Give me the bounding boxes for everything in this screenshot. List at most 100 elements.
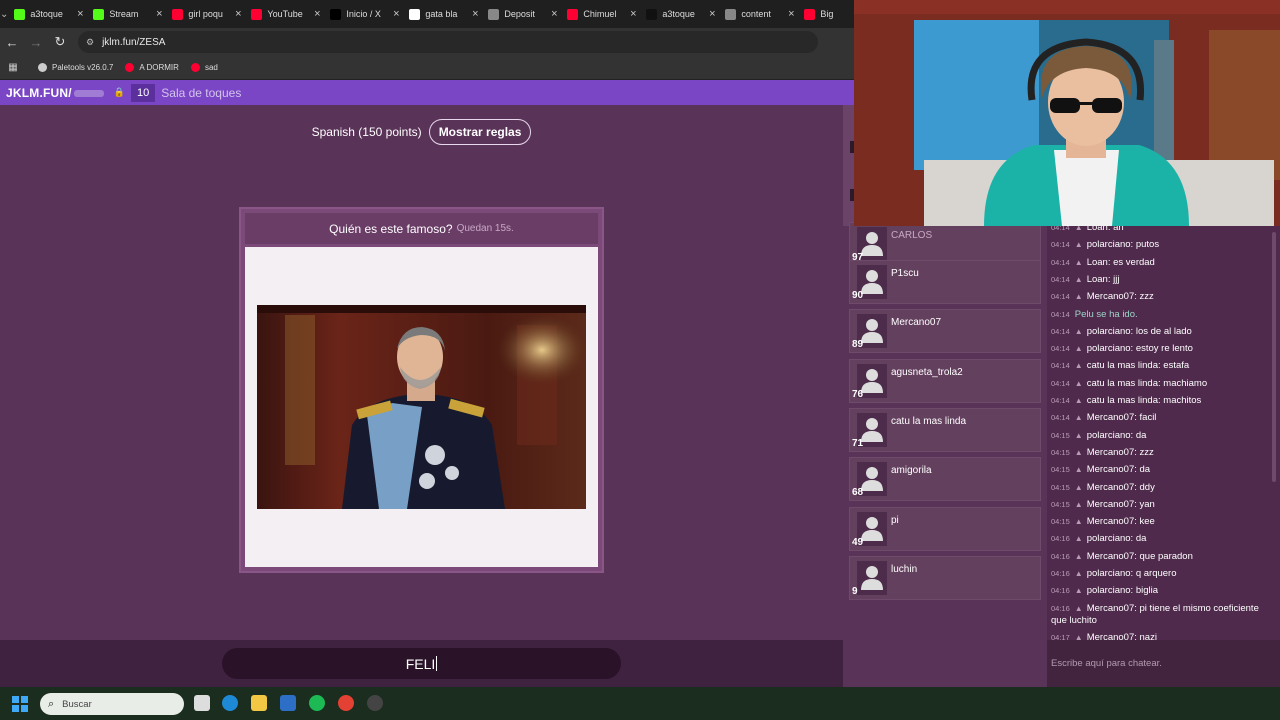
player-score: 76 [852, 389, 864, 400]
chat-username[interactable]: Mercano07 [1087, 551, 1135, 562]
player-card[interactable]: 49 pi [849, 507, 1041, 551]
chat-username[interactable]: Mercano07 [1087, 412, 1135, 423]
chat-message: 04:15 ▲ Mercano07: ddy [1051, 481, 1155, 493]
edge-icon[interactable] [222, 695, 238, 711]
forward-icon[interactable]: → [24, 28, 48, 56]
chat-username[interactable]: catu la mas linda [1087, 395, 1158, 406]
chat-username[interactable]: Mercano07 [1087, 603, 1135, 614]
question-header: Quién es este famoso? Quedan 15s. [245, 213, 598, 244]
player-card[interactable]: 89 Mercano07 [849, 309, 1041, 353]
browser-tab[interactable]: Deposit × [482, 0, 561, 28]
chat-timestamp: 04:15 [1051, 447, 1070, 457]
bookmark-a-dormir[interactable]: A DORMIR [125, 63, 179, 72]
chat-username[interactable]: polarciano [1087, 568, 1131, 579]
close-icon[interactable]: × [231, 8, 245, 20]
user-icon: ▲ [1074, 413, 1083, 423]
player-card[interactable]: 71 catu la mas linda [849, 408, 1041, 452]
show-rules-button[interactable]: Mostrar reglas [428, 119, 532, 145]
globe-icon [38, 63, 47, 72]
tab-label: Chimuel [583, 9, 617, 19]
chat-text: facil [1139, 412, 1157, 424]
player-card[interactable]: 68 amigorila [849, 457, 1041, 501]
user-icon: ▲ [1074, 551, 1083, 561]
close-icon[interactable]: × [705, 8, 719, 20]
obs-icon[interactable] [367, 695, 383, 711]
close-icon[interactable]: × [784, 8, 798, 20]
chat-text: machiamo [1163, 377, 1208, 389]
chat-input[interactable]: Escribe aquí para chatear. [1047, 652, 1280, 674]
taskbar-search[interactable]: ⌕ Buscar [40, 693, 184, 715]
chat-username[interactable]: Mercano07 [1087, 464, 1135, 475]
player-name: P1scu [891, 268, 919, 279]
user-icon: ▲ [1074, 274, 1083, 284]
apps-grid-icon[interactable]: ▦ [0, 62, 26, 73]
close-icon[interactable]: × [468, 8, 482, 20]
close-icon[interactable]: × [626, 8, 640, 20]
store-icon[interactable] [280, 695, 296, 711]
site-brand-link[interactable]: JKLM.FUN/ [0, 86, 104, 100]
chat-username[interactable]: catu la mas linda [1087, 378, 1158, 389]
tab-label: girl poqu [188, 9, 223, 19]
lock-icon[interactable]: 🔒 [114, 87, 125, 98]
player-card[interactable]: 76 agusneta_trola2 [849, 359, 1041, 403]
file-explorer-icon[interactable] [251, 695, 267, 711]
browser-tab[interactable]: girl poqu × [166, 0, 245, 28]
chat-message: 04:14 ▲ Mercano07: facil [1051, 412, 1157, 424]
chat-username[interactable]: Loan [1087, 274, 1108, 285]
close-icon[interactable]: × [73, 8, 87, 20]
bookmark-sad[interactable]: sad [190, 63, 218, 72]
question-text: Quién es este famoso? [329, 221, 453, 236]
chat-username[interactable]: Loan [1087, 257, 1108, 268]
browser-tab[interactable]: content × [719, 0, 798, 28]
reload-icon[interactable]: ↻ [48, 28, 72, 56]
chat-username[interactable]: polarciano [1087, 533, 1131, 544]
chat-username[interactable]: polarciano [1087, 326, 1131, 337]
chat-username[interactable]: Mercano07 [1087, 291, 1135, 302]
bookmark-paletools[interactable]: Paletools v26.0.7 [38, 63, 113, 72]
player-score: 9 [852, 586, 858, 597]
chat-username[interactable]: Mercano07 [1087, 482, 1135, 493]
close-icon[interactable]: × [389, 8, 403, 20]
tab-search-button[interactable]: ⌄ [0, 0, 8, 28]
back-icon[interactable]: ← [0, 28, 24, 56]
tab-label: content [741, 9, 771, 19]
chat-username[interactable]: Mercano07 [1087, 447, 1135, 458]
close-icon[interactable]: × [310, 8, 324, 20]
question-image-frame [245, 247, 598, 567]
site-info-icon[interactable]: ⚙ [86, 37, 94, 48]
chat-message: 04:16 ▲ polarciano: biglia [1051, 585, 1159, 597]
chat-username[interactable]: polarciano [1087, 239, 1131, 250]
chat-username[interactable]: polarciano [1087, 430, 1131, 441]
task-view-icon[interactable] [194, 695, 210, 711]
chat-username[interactable]: Mercano07 [1087, 499, 1135, 510]
browser-tab[interactable]: a3toque × [640, 0, 719, 28]
browser-tab[interactable]: YouTube × [245, 0, 324, 28]
chat-username[interactable]: Mercano07 [1087, 516, 1135, 527]
user-silhouette-icon [861, 517, 883, 541]
chat-username[interactable]: catu la mas linda [1087, 360, 1158, 371]
browser-tab[interactable]: Stream × [87, 0, 166, 28]
bookmarks-bar: ▦ Paletools v26.0.7 A DORMIR sad [0, 56, 854, 80]
chat-username[interactable]: polarciano [1087, 343, 1131, 354]
chat-message: 04:14 ▲ Mercano07: zzz [1051, 291, 1154, 303]
chat-username[interactable]: polarciano [1087, 585, 1131, 596]
chrome-icon[interactable] [338, 695, 354, 711]
url-field[interactable]: ⚙ jklm.fun/ZESA [78, 31, 818, 53]
chat-scrollbar[interactable] [1272, 232, 1276, 482]
windows-start-icon[interactable] [12, 696, 28, 712]
spotify-icon[interactable] [309, 695, 325, 711]
close-icon[interactable]: × [547, 8, 561, 20]
player-card[interactable]: 9 luchin [849, 556, 1041, 600]
browser-tab[interactable]: gata bla × [403, 0, 482, 28]
chat-timestamp: 04:16 [1051, 551, 1070, 561]
browser-tab[interactable]: Inicio / X × [324, 0, 403, 28]
screen: ⌄ a3toque × Stream × girl poqu × YouTube × Inici… [0, 0, 1280, 720]
user-icon: ▲ [1074, 378, 1083, 388]
browser-tab[interactable]: Chimuel × [561, 0, 640, 28]
close-icon[interactable]: × [152, 8, 166, 20]
kick-icon [93, 8, 105, 20]
browser-tab[interactable]: a3toque × [8, 0, 87, 28]
answer-input[interactable]: FELI [222, 648, 621, 679]
player-card[interactable]: 90 P1scu [849, 260, 1041, 304]
celebrity-portrait-image [257, 305, 586, 509]
